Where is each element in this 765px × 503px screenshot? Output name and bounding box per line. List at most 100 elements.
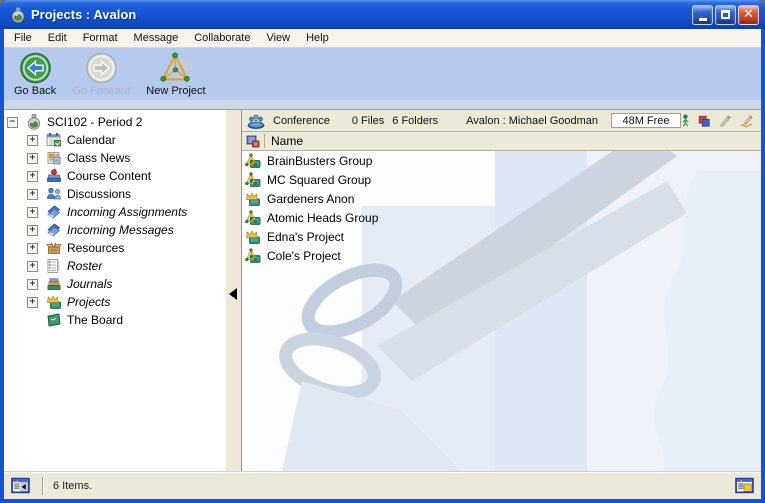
tree-item-label: Incoming Messages [67,223,174,237]
course-tree: − SCI102 - Period 2 + Calendar + Class N… [4,110,226,471]
tree-item-course-content[interactable]: + Course Content [4,167,226,185]
new-project-icon [158,52,194,84]
list-item-name: Cole's Project [267,249,341,263]
menu-help[interactable]: Help [298,30,337,46]
tree-item-incoming-messages[interactable]: + Incoming Messages [4,221,226,239]
name-column-header[interactable]: Name [242,132,761,151]
tree-item-label: Incoming Assignments [67,205,187,219]
tree-item-class-news[interactable]: + Class News [4,149,226,167]
tree-item-the-board[interactable]: + The Board [4,311,226,329]
person-icon[interactable] [681,114,690,128]
menu-file[interactable]: File [6,30,40,46]
status-bar: 6 Items. [4,471,761,499]
incoming-books-icon [46,222,62,238]
expand-toggle[interactable]: + [27,153,38,164]
expand-toggle[interactable]: + [27,171,38,182]
expand-toggle[interactable]: + [27,135,38,146]
project-list: BrainBusters Group MC Squared Group Gard… [242,151,761,471]
tree-item-journals[interactable]: + Journals [4,275,226,293]
menu-message[interactable]: Message [126,30,187,46]
maximize-button[interactable] [715,5,736,25]
project-triangle-icon [245,210,261,226]
tree-item-label: Resources [67,241,124,255]
conference-icon [247,113,265,129]
menu-edit[interactable]: Edit [40,30,75,46]
conference-panel: Conference 0 Files 6 Folders Avalon : Mi… [242,110,761,471]
tree-item-label: Roster [67,259,102,273]
list-item-name: Gardeners Anon [267,192,354,206]
tree-item-resources[interactable]: + Resources [4,239,226,257]
status-text: 6 Items. [53,480,92,492]
title-bar[interactable]: Projects : Avalon ✕ [0,0,765,29]
new-project-button[interactable]: New Project [142,51,209,98]
go-forward-icon [85,52,118,84]
menu-collaborate[interactable]: Collaborate [186,30,258,46]
resources-icon [46,240,62,256]
expand-toggle[interactable]: + [27,189,38,200]
news-icon [46,150,62,166]
layout-panel-icon[interactable] [735,477,754,494]
roster-icon [46,258,62,274]
project-crown-icon [245,229,261,245]
header-icon-group [681,114,755,128]
maximize-icon [721,10,730,19]
signature-pencil-icon[interactable] [739,114,755,128]
status-divider [42,477,44,495]
board-icon [46,312,62,328]
expand-toggle[interactable]: + [27,225,38,236]
expand-toggle[interactable]: + [27,279,38,290]
incoming-books-icon [46,204,62,220]
discussions-icon [46,186,62,202]
school-icon [26,114,42,130]
list-item[interactable]: Gardeners Anon [242,189,761,208]
pages-icon[interactable] [697,114,711,128]
minimize-icon [699,18,707,21]
expand-toggle[interactable]: + [27,243,38,254]
list-item-name: MC Squared Group [267,173,371,187]
tree-item-label: Projects [67,295,110,309]
sort-by-name-icon[interactable] [246,134,260,148]
go-back-label: Go Back [14,85,56,97]
list-item-name: Edna's Project [267,230,344,244]
splitter-collapse-arrow-icon[interactable] [229,288,237,300]
menu-bar: File Edit Format Message Collaborate Vie… [4,29,761,48]
tree-item-label: The Board [67,313,123,327]
content-area: − SCI102 - Period 2 + Calendar + Class N… [4,109,761,471]
tree-item-label: Course Content [67,169,151,183]
go-forward-button[interactable]: Go Forward [68,51,134,98]
list-item-name: BrainBusters Group [267,154,372,168]
go-back-button[interactable]: Go Back [10,51,60,98]
tree-item-root[interactable]: − SCI102 - Period 2 [4,113,226,131]
collapse-panel-icon[interactable] [11,477,30,494]
expand-toggle[interactable]: + [27,207,38,218]
pencil-icon[interactable] [718,114,732,128]
tree-item-calendar[interactable]: + Calendar [4,131,226,149]
window-controls: ✕ [690,5,759,25]
files-count: 0 Files [352,115,384,127]
tree-item-incoming-assignments[interactable]: + Incoming Assignments [4,203,226,221]
panel-splitter[interactable] [226,110,242,471]
expand-toggle[interactable]: + [27,297,38,308]
toolbar: Go Back Go Forward New Project [4,48,761,100]
tree-item-roster[interactable]: + Roster [4,257,226,275]
window-title: Projects : Avalon [31,7,690,22]
list-item[interactable]: Atomic Heads Group [242,208,761,227]
menu-view[interactable]: View [258,30,298,46]
tree-item-discussions[interactable]: + Discussions [4,185,226,203]
tree-item-projects[interactable]: + Projects [4,293,226,311]
tree-item-label: Discussions [67,187,131,201]
go-forward-label: Go Forward [72,85,130,97]
menu-format[interactable]: Format [75,30,126,46]
close-button[interactable]: ✕ [738,5,759,25]
list-item[interactable]: BrainBusters Group [242,151,761,170]
list-item[interactable]: Edna's Project [242,227,761,246]
list-item[interactable]: Cole's Project [242,246,761,265]
collapse-toggle[interactable]: − [7,117,18,128]
list-item[interactable]: MC Squared Group [242,170,761,189]
close-icon: ✕ [743,8,754,21]
minimize-button[interactable] [692,5,713,25]
server-user-label: Avalon : Michael Goodman [466,115,598,127]
conference-header: Conference 0 Files 6 Folders Avalon : Mi… [242,110,761,132]
expand-toggle[interactable]: + [27,261,38,272]
tree-item-label: SCI102 - Period 2 [47,115,142,129]
